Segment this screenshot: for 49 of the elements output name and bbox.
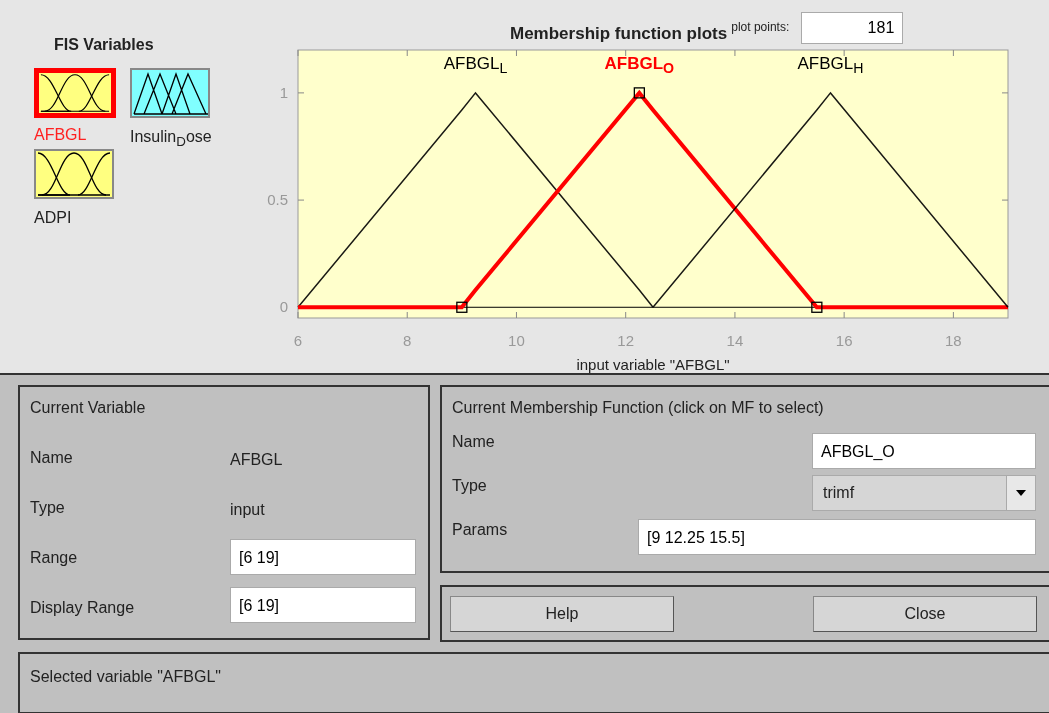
x-axis-label: input variable "AFBGL" (576, 356, 730, 373)
vertex-handle[interactable] (456, 301, 468, 313)
plot-points-label: plot points: (731, 20, 790, 34)
variable-name: AFBGL (230, 450, 284, 469)
mf-type-dropdown[interactable]: trimf (812, 475, 1036, 511)
curve-label: AFBGL$_{L}$ (443, 54, 508, 73)
caret-icon (1016, 490, 1026, 496)
mf-name-field[interactable]: AFBGL_O (812, 433, 1036, 469)
membership-thumbnail-icon[interactable] (130, 68, 210, 118)
display-range-field[interactable]: [6 19] (230, 587, 416, 623)
panel-heading: Current Membership Function (click on MF to select) (452, 399, 825, 418)
x-tick-label: 8 (403, 332, 412, 349)
variable-label[interactable]: Insulin$_{D}$ose (130, 128, 212, 150)
variable-type: input (230, 500, 266, 519)
dialog-button[interactable]: Close (813, 595, 1037, 632)
membership-curve[interactable] (298, 89, 1008, 310)
curve-label: AFBGL$_{H}$ (797, 54, 864, 73)
panel-heading: Current Variable (30, 399, 147, 417)
chart-title: Membership function plots (510, 24, 728, 44)
y-tick-label: 1 (279, 83, 288, 101)
plot-points-field[interactable]: 181 (801, 12, 904, 44)
params-field[interactable]: [9 12.25 15.5] (638, 519, 1036, 555)
x-tick-label: 6 (293, 332, 303, 349)
x-tick-label: 18 (945, 332, 962, 349)
field-label: Params (452, 521, 508, 539)
membership-curve[interactable] (652, 91, 1009, 309)
membership-thumbnail-icon[interactable] (34, 149, 114, 200)
field-label: Name (452, 433, 496, 452)
x-tick-label: 16 (835, 332, 853, 349)
dialog-button[interactable]: Help (450, 595, 674, 632)
x-tick-label: 12 (617, 332, 635, 349)
membership-thumbnail-icon[interactable] (34, 68, 116, 118)
curve-label: AFBGL$_{O}$ (604, 54, 675, 73)
range-field[interactable]: [6 19] (230, 539, 416, 575)
field-label: Type (452, 477, 488, 496)
vertex-handle[interactable] (633, 87, 645, 99)
field-label: Display Range (30, 599, 136, 617)
panel-title: FIS Variables (53, 36, 155, 54)
field-label: Range (30, 549, 79, 567)
y-tick-label: 0 (279, 298, 288, 316)
variable-label[interactable]: ADPI (34, 209, 72, 228)
field-label: Name (30, 449, 74, 467)
y-tick-label: 0.5 (267, 191, 288, 209)
x-tick-label: 10 (508, 332, 525, 349)
vertex-handle[interactable] (811, 301, 823, 313)
field-label: Type (30, 499, 66, 517)
membership-curve[interactable] (297, 91, 654, 309)
x-tick-label: 14 (726, 332, 744, 349)
status-message: Selected variable "AFBGL" (30, 668, 221, 685)
